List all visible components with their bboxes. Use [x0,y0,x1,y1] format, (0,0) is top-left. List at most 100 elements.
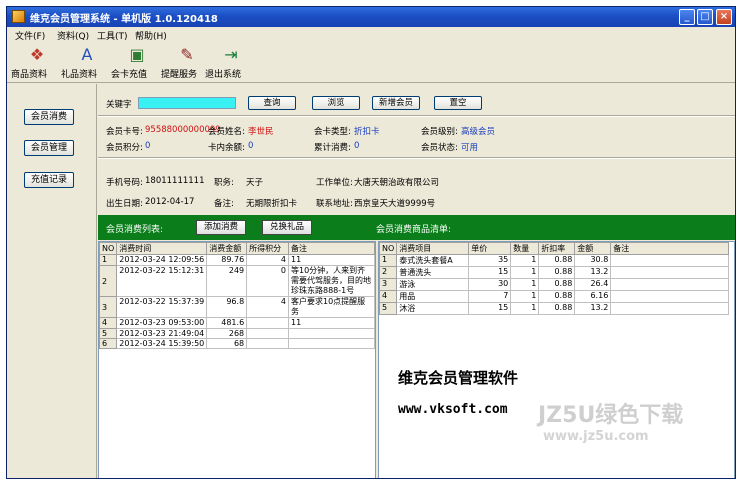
products-icon: ❖ [29,45,45,64]
col-no[interactable]: NO [379,242,398,255]
maximize-button[interactable]: □ [697,9,713,25]
card-type-label: 会卡类型: [314,127,351,137]
add-consume-button[interactable]: 添加消费 [196,220,246,235]
cell-note [610,254,730,267]
cell-no: 2 [99,265,118,297]
work-value: 大唐天朝治政有限公司 [354,178,440,188]
table-row[interactable]: 4 2012-03-23 09:53:00 481.6 11 [99,317,375,329]
work-label: 工作单位: [316,178,353,188]
col-no[interactable]: NO [99,242,118,255]
exit-button[interactable]: ⇥ 退出系统 [205,45,257,81]
col-item[interactable]: 消费项目 [396,242,470,255]
cell-amount: 68 [206,338,248,349]
watermark-title: JZ5U绿色下载 [538,403,684,428]
table-row[interactable]: 2 普通洗头 15 1 0.88 13.2 [379,266,730,279]
products-label: 商品资料 [11,70,48,80]
cell-time: 2012-03-24 12:09:56 [116,254,208,266]
cell-time: 2012-03-22 15:37:39 [116,296,208,318]
cell-no: 6 [99,338,118,349]
col-qty[interactable]: 数量 [510,242,540,255]
table-row[interactable]: 2 2012-03-22 15:12:31 249 0 等10分钟，人来到齐需要… [99,265,375,297]
goods-list-title: 会员消费商品清单: [376,225,452,235]
menu-data[interactable]: 资料(Q) [57,29,89,42]
col-note[interactable]: 备注 [610,242,730,255]
gifts-button[interactable]: A 礼品资料 [61,45,113,81]
member-consume-button[interactable]: 会员消费 [24,109,74,125]
menu-help[interactable]: 帮助(H) [135,29,167,42]
clear-button[interactable]: 置空 [434,96,482,110]
cell-note [288,328,375,339]
minimize-button[interactable]: _ [679,9,695,25]
promo-url: www.vksoft.com [398,402,508,417]
cell-amount: 26.4 [574,278,612,291]
phone-value: 18011111111 [145,176,205,186]
products-button[interactable]: ❖ 商品资料 [11,45,63,81]
cell-time: 2012-03-24 15:39:50 [116,338,208,349]
cell-discount: 0.88 [538,278,576,291]
cell-note [610,266,730,279]
name-value: 李世民 [248,127,274,137]
add-member-button[interactable]: 新增会员 [372,96,420,110]
col-amount[interactable]: 消费金额 [206,242,248,255]
recharge-label: 会卡充值 [111,70,148,80]
cell-amount: 13.2 [574,302,612,315]
table-row[interactable]: 3 游泳 30 1 0.88 26.4 [379,278,730,291]
menu-bar: 文件(F) 资料(Q) 工具(T) 帮助(H) [7,27,735,43]
col-points[interactable]: 所得积分 [246,242,289,255]
member-manage-button[interactable]: 会员管理 [24,140,74,156]
cell-discount: 0.88 [538,290,576,303]
cell-points [246,338,289,349]
cell-qty: 1 [510,278,540,291]
cell-amount: 268 [206,328,248,339]
redeem-gift-button[interactable]: 兑换礼品 [262,220,312,235]
watermark-url: www.jz5u.com [543,429,649,444]
cell-amount: 481.6 [206,317,248,329]
keyword-label: 关键字 [106,100,132,110]
col-amount[interactable]: 金额 [574,242,612,255]
consume-list-title: 会员消费列表: [106,225,164,235]
cell-note: 11 [288,254,375,266]
gift-book-icon: A [81,45,93,64]
table-row[interactable]: 3 2012-03-22 15:37:39 96.8 4 客户要求10点提醒服务 [99,296,375,318]
browse-button[interactable]: 浏览 [312,96,360,110]
cell-no: 5 [379,302,398,315]
recharge-button[interactable]: ▣ 会卡充值 [111,45,163,81]
cell-no: 4 [99,317,118,329]
keyword-input[interactable] [138,97,236,109]
query-button[interactable]: 查询 [248,96,296,110]
promo-title: 维克会员管理软件 [398,369,519,387]
recharge-records-button[interactable]: 充值记录 [24,172,74,188]
col-discount[interactable]: 折扣率 [538,242,576,255]
job-value: 天子 [246,178,264,188]
exit-label: 退出系统 [205,70,242,80]
table-row[interactable]: 1 2012-03-24 12:09:56 89.76 4 11 [99,254,375,266]
title-bar[interactable]: 维克会员管理系统 - 单机版 1.0.120418 _ □ × [7,7,735,27]
close-button[interactable]: × [716,9,732,25]
cell-qty: 1 [510,290,540,303]
remark-label: 备注: [214,199,234,209]
table-row[interactable]: 4 用品 7 1 0.88 6.16 [379,290,730,303]
cell-amount: 13.2 [574,266,612,279]
menu-file[interactable]: 文件(F) [15,29,45,42]
remark-value: 无期限折扣卡 [246,199,298,209]
cell-amount: 6.16 [574,290,612,303]
cell-amount: 96.8 [206,296,248,318]
menu-tools[interactable]: 工具(T) [97,29,128,42]
col-time[interactable]: 消费时间 [116,242,208,255]
cell-price: 7 [468,290,512,303]
col-price[interactable]: 单价 [468,242,512,255]
cell-points [246,317,289,329]
table-row[interactable]: 1 泰式洗头套餐A 35 1 0.88 30.8 [379,254,730,267]
table-row[interactable]: 6 2012-03-24 15:39:50 68 [99,338,375,349]
table-row[interactable]: 5 2012-03-23 21:49:04 268 [99,328,375,339]
level-value: 高级会员 [461,127,496,137]
cell-note: 等10分钟，人来到齐需要代驾服务，目的地珍珠东路888-1号 [288,265,375,297]
table-row[interactable]: 5 沐浴 15 1 0.88 13.2 [379,302,730,315]
cell-no: 1 [99,254,118,266]
card-no-label: 会员卡号: [106,127,143,137]
col-note[interactable]: 备注 [288,242,375,255]
cell-amount: 249 [206,265,248,297]
total-label: 累计消费: [314,143,351,153]
cell-discount: 0.88 [538,254,576,267]
status-value: 可用 [461,143,479,153]
